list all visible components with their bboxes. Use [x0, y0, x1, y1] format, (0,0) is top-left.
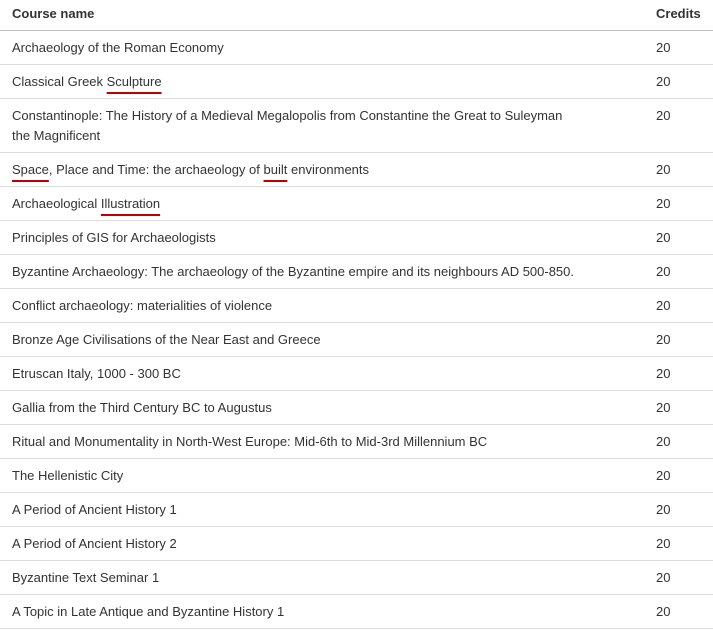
course-credits: 20 [656, 230, 671, 245]
course-name-cell: Classical Greek Sculpture [0, 64, 650, 99]
course-name-cell: A Topic in Late Antique and Byzantine Hi… [0, 594, 650, 629]
course-name-cell: Byzantine Text Seminar 1 [0, 560, 650, 595]
course-credits: 20 [656, 502, 671, 517]
course-name: Archaeology of the Roman Economy [12, 40, 224, 55]
table-row: Etruscan Italy, 1000 - 300 BC 20 [0, 356, 713, 391]
table-row: Space, Place and Time: the archaeology o… [0, 152, 713, 187]
course-name: A Period of Ancient History 2 [12, 536, 177, 551]
course-credits: 20 [656, 74, 671, 89]
course-name-cell: Etruscan Italy, 1000 - 300 BC [0, 356, 650, 391]
credits-cell: 20 [650, 526, 713, 561]
course-name-part: environments [287, 162, 370, 177]
credits-cell: 20 [650, 458, 713, 493]
course-name: A Topic in Late Antique and Byzantine Hi… [12, 604, 285, 619]
table-header-row: Course name Credits [0, 0, 713, 31]
spellcheck-underlined-word: Illustration [100, 196, 161, 211]
course-credits: 20 [656, 332, 671, 347]
table-row: Archaeological Illustration 20 [0, 186, 713, 221]
table-row: Classical Greek Sculpture 20 [0, 64, 713, 99]
course-name: Conflict archaeology: materialities of v… [12, 298, 273, 313]
course-name: Bronze Age Civilisations of the Near Eas… [12, 332, 321, 347]
credits-cell: 20 [650, 288, 713, 323]
course-name-cell: Constantinople: The History of a Medieva… [0, 98, 650, 153]
course-name: Etruscan Italy, 1000 - 300 BC [12, 366, 181, 381]
table-row: A Period of Ancient History 2 20 [0, 526, 713, 561]
credits-cell: 20 [650, 30, 713, 65]
course-name-cell: Conflict archaeology: materialities of v… [0, 288, 650, 323]
course-name: Archaeological Illustration [12, 194, 644, 214]
course-name-cell: Space, Place and Time: the archaeology o… [0, 152, 650, 187]
credits-cell: 20 [650, 492, 713, 527]
course-name-cell: The Hellenistic City [0, 458, 650, 493]
course-name-cell: A Period of Ancient History 2 [0, 526, 650, 561]
course-name: Classical Greek Sculpture [12, 72, 644, 92]
table-row: Conflict archaeology: materialities of v… [0, 288, 713, 323]
course-name: A Period of Ancient History 1 [12, 502, 177, 517]
table-row: A Topic in Late Antique and Byzantine Hi… [0, 594, 713, 629]
course-credits: 20 [656, 298, 671, 313]
course-credits: 20 [656, 108, 671, 123]
credits-cell: 20 [650, 64, 713, 99]
course-name-cell: A Period of Ancient History 1 [0, 492, 650, 527]
course-name-part: Archaeological [12, 196, 101, 211]
credits-cell: 20 [650, 254, 713, 289]
credits-cell: 20 [650, 322, 713, 357]
credits-cell: 20 [650, 186, 713, 221]
credits-cell: 20 [650, 356, 713, 391]
column-header-course-name: Course name [0, 0, 650, 31]
spellcheck-underlined-word: Sculpture [106, 74, 162, 89]
course-credits: 20 [656, 366, 671, 381]
course-name: Byzantine Archaeology: The archaeology o… [12, 264, 575, 279]
credits-cell: 20 [650, 220, 713, 255]
course-name: Constantinople: The History of a Medieva… [12, 108, 563, 143]
course-name: Principles of GIS for Archaeologists [12, 230, 216, 245]
course-name: Gallia from the Third Century BC to Augu… [12, 400, 272, 415]
course-credits: 20 [656, 570, 671, 585]
credits-cell: 20 [650, 424, 713, 459]
course-credits: 20 [656, 196, 671, 211]
course-name-cell: Byzantine Archaeology: The archaeology o… [0, 254, 650, 289]
course-credits: 20 [656, 536, 671, 551]
course-credits: 20 [656, 162, 671, 177]
course-name-part: , Place and Time: the archaeology of [48, 162, 264, 177]
credits-cell: 20 [650, 594, 713, 629]
spellcheck-underlined-word: Space [12, 162, 49, 177]
course-name: Byzantine Text Seminar 1 [12, 570, 160, 585]
column-header-credits: Credits [650, 0, 713, 31]
table-row: Constantinople: The History of a Medieva… [0, 98, 713, 153]
table-row: The Hellenistic City 20 [0, 458, 713, 493]
table-row: Principles of GIS for Archaeologists 20 [0, 220, 713, 255]
course-name-cell: Gallia from the Third Century BC to Augu… [0, 390, 650, 425]
table-row: Bronze Age Civilisations of the Near Eas… [0, 322, 713, 357]
credits-cell: 20 [650, 98, 713, 153]
course-credits: 20 [656, 400, 671, 415]
table-row: Gallia from the Third Century BC to Augu… [0, 390, 713, 425]
credits-cell: 20 [650, 152, 713, 187]
course-name: Ritual and Monumentality in North-West E… [12, 434, 488, 449]
credits-cell: 20 [650, 390, 713, 425]
course-name: The Hellenistic City [12, 468, 124, 483]
course-table: Course name Credits Archaeology of the R… [0, 0, 713, 629]
course-credits: 20 [656, 40, 671, 55]
table-row: Archaeology of the Roman Economy 20 [0, 30, 713, 65]
course-credits: 20 [656, 434, 671, 449]
course-name-cell: Archaeological Illustration [0, 186, 650, 221]
table-row: A Period of Ancient History 1 20 [0, 492, 713, 527]
course-name-part: Classical Greek [12, 74, 107, 89]
course-credits: 20 [656, 264, 671, 279]
course-name-cell: Ritual and Monumentality in North-West E… [0, 424, 650, 459]
table-row: Byzantine Text Seminar 1 20 [0, 560, 713, 595]
credits-cell: 20 [650, 560, 713, 595]
spellcheck-underlined-word: built [263, 162, 288, 177]
table-row: Byzantine Archaeology: The archaeology o… [0, 254, 713, 289]
course-credits: 20 [656, 468, 671, 483]
table-row: Ritual and Monumentality in North-West E… [0, 424, 713, 459]
course-name: Space, Place and Time: the archaeology o… [12, 160, 644, 180]
course-credits: 20 [656, 604, 671, 619]
course-name-cell: Archaeology of the Roman Economy [0, 30, 650, 65]
course-name-cell: Bronze Age Civilisations of the Near Eas… [0, 322, 650, 357]
course-name-cell: Principles of GIS for Archaeologists [0, 220, 650, 255]
